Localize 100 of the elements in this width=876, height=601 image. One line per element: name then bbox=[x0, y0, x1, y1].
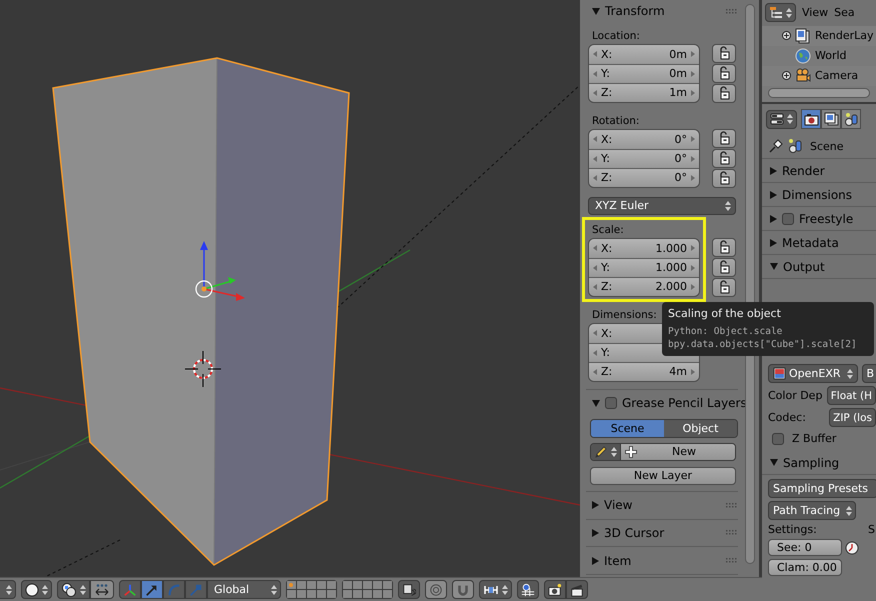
lock-button[interactable] bbox=[712, 128, 736, 148]
number-field[interactable]: X: 0° bbox=[589, 130, 699, 149]
number-field[interactable]: Y: 0m bbox=[589, 64, 699, 83]
increment-arrow-icon[interactable] bbox=[691, 136, 695, 142]
toolbar-button[interactable] bbox=[90, 580, 114, 599]
layer-button[interactable] bbox=[287, 581, 296, 589]
number-field[interactable]: Z: 0° bbox=[589, 168, 699, 187]
decrement-arrow-icon[interactable] bbox=[593, 70, 597, 77]
toggle-tab[interactable]: Object bbox=[664, 420, 737, 437]
menu-item[interactable]: Sea bbox=[834, 6, 855, 20]
cube-drawing[interactable] bbox=[52, 57, 350, 566]
sampling-presets-dropdown[interactable]: Sampling Presets bbox=[768, 479, 876, 498]
number-field[interactable]: Z: 2.000 bbox=[589, 276, 699, 296]
shading-dropdown[interactable] bbox=[21, 580, 52, 599]
panel-header[interactable]: Metadata bbox=[762, 231, 876, 255]
manipulator-button[interactable] bbox=[141, 580, 163, 599]
3d-cursor-icon bbox=[184, 350, 222, 388]
panel-header[interactable]: Sampling bbox=[762, 451, 876, 475]
increment-arrow-icon[interactable] bbox=[691, 174, 695, 181]
properties-tab[interactable] bbox=[841, 109, 861, 129]
number-field[interactable]: Y: 0° bbox=[589, 148, 699, 168]
increment-arrow-icon[interactable] bbox=[691, 284, 695, 290]
editor-type-dropdown[interactable] bbox=[766, 110, 797, 128]
increment-arrow-icon[interactable] bbox=[691, 156, 695, 162]
3d-viewport[interactable] bbox=[0, 0, 580, 577]
panel-header[interactable]: Dimensions bbox=[762, 183, 876, 207]
brush-selector[interactable] bbox=[591, 444, 621, 460]
render-image-button[interactable] bbox=[544, 580, 566, 599]
panel-header[interactable]: View bbox=[582, 494, 742, 517]
increment-arrow-icon[interactable] bbox=[691, 70, 695, 77]
number-field[interactable]: Z: 1m bbox=[589, 82, 699, 102]
decrement-arrow-icon[interactable] bbox=[593, 90, 597, 96]
pin-icon[interactable] bbox=[768, 138, 784, 154]
lock-button[interactable] bbox=[712, 258, 736, 277]
number-field[interactable]: Y: 1.000 bbox=[589, 258, 699, 277]
expand-icon[interactable] bbox=[782, 31, 791, 40]
scrollbar[interactable] bbox=[768, 88, 870, 98]
number-field[interactable]: X: 0m bbox=[589, 44, 699, 64]
panel-header[interactable]: Transform bbox=[582, 0, 742, 23]
outliner-item[interactable]: World bbox=[815, 49, 847, 62]
padlock-icon bbox=[718, 240, 730, 254]
properties-tab[interactable] bbox=[821, 109, 841, 129]
lock-button[interactable] bbox=[712, 278, 736, 297]
increment-arrow-icon[interactable] bbox=[691, 264, 695, 271]
image-stack-icon bbox=[824, 112, 838, 126]
decrement-arrow-icon[interactable] bbox=[593, 156, 597, 162]
decrement-arrow-icon[interactable] bbox=[593, 136, 597, 142]
panel-header[interactable]: Render bbox=[762, 159, 876, 183]
decrement-arrow-icon[interactable] bbox=[593, 264, 597, 271]
decrement-arrow-icon[interactable] bbox=[593, 284, 597, 290]
lock-button[interactable] bbox=[712, 168, 736, 188]
decrement-arrow-icon[interactable] bbox=[593, 368, 597, 375]
new-button[interactable]: New bbox=[621, 444, 735, 460]
new-layer-button[interactable]: New Layer bbox=[590, 466, 736, 485]
lock-button[interactable] bbox=[712, 64, 736, 83]
panel-header[interactable]: Freestyle bbox=[762, 207, 876, 231]
toggle-tab[interactable]: Scene bbox=[591, 420, 664, 437]
editor-type-dropdown[interactable] bbox=[765, 3, 796, 22]
rotation-mode-dropdown[interactable]: XYZ Euler bbox=[588, 196, 736, 215]
checkbox[interactable] bbox=[782, 212, 794, 224]
orientation-dropdown[interactable]: Global bbox=[207, 580, 281, 599]
lock-button[interactable] bbox=[712, 84, 736, 103]
panel-header[interactable]: Output bbox=[762, 255, 876, 279]
decrement-arrow-icon[interactable] bbox=[593, 330, 597, 336]
manipulator-button[interactable] bbox=[119, 580, 141, 599]
snap-element-dropdown[interactable] bbox=[479, 580, 512, 599]
clamp-field[interactable]: Clam: 0.00 bbox=[768, 559, 842, 576]
clock-icon[interactable] bbox=[845, 540, 859, 554]
lock-button[interactable] bbox=[712, 44, 736, 63]
panel-header[interactable]: Item bbox=[582, 549, 742, 572]
decrement-arrow-icon[interactable] bbox=[593, 350, 597, 356]
checkbox[interactable] bbox=[772, 432, 784, 444]
expand-icon[interactable] bbox=[782, 71, 791, 80]
integrator-dropdown[interactable]: Path Tracing bbox=[768, 501, 856, 520]
render-animation-button[interactable] bbox=[566, 580, 588, 599]
increment-arrow-icon[interactable] bbox=[691, 368, 695, 375]
lock-button[interactable] bbox=[712, 148, 736, 168]
number-field[interactable]: Z: 4m bbox=[589, 362, 699, 381]
toolbar-button[interactable] bbox=[398, 580, 420, 599]
checkbox[interactable] bbox=[605, 397, 617, 410]
dropdown[interactable]: B bbox=[862, 364, 876, 383]
lock-button[interactable] bbox=[712, 238, 736, 257]
increment-arrow-icon[interactable] bbox=[691, 51, 695, 58]
mode-dropdown[interactable] bbox=[0, 580, 16, 599]
toolbar-button[interactable] bbox=[517, 580, 539, 599]
transform-gizmo-icon[interactable] bbox=[195, 241, 245, 301]
seed-field[interactable]: See: 0 bbox=[768, 539, 842, 556]
increment-arrow-icon[interactable] bbox=[691, 90, 695, 96]
decrement-arrow-icon[interactable] bbox=[593, 245, 597, 252]
properties-tab[interactable] bbox=[801, 109, 821, 129]
number-field[interactable]: X: 1.000 bbox=[589, 238, 699, 258]
panel-header[interactable]: 3D Cursor bbox=[582, 522, 742, 544]
decrement-arrow-icon[interactable] bbox=[593, 174, 597, 181]
increment-arrow-icon[interactable] bbox=[691, 245, 695, 252]
pivot-dropdown[interactable] bbox=[57, 580, 90, 599]
menu-item[interactable]: View bbox=[802, 6, 828, 20]
decrement-arrow-icon[interactable] bbox=[593, 51, 597, 58]
color-depth-dropdown[interactable]: Float (H bbox=[826, 386, 876, 405]
codec-dropdown[interactable]: ZIP (los bbox=[829, 408, 876, 427]
file-format-dropdown[interactable]: OpenEXR bbox=[768, 364, 858, 383]
